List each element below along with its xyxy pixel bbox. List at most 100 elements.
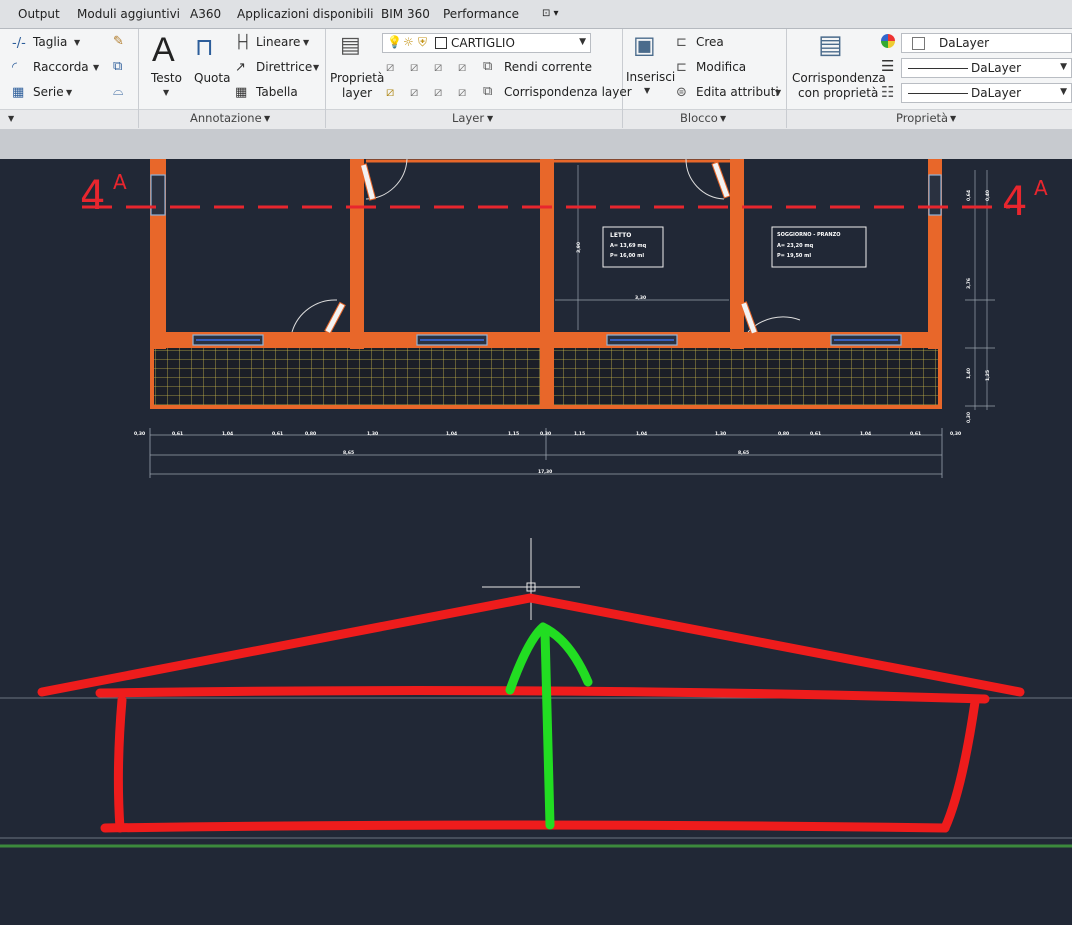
tab-a360[interactable]: A360: [190, 7, 221, 21]
tab-applicazioni[interactable]: Applicazioni disponibili: [237, 7, 374, 21]
dim-right: 1,40: [967, 367, 973, 380]
edit-block-button[interactable]: Modifica: [696, 60, 746, 74]
table-button[interactable]: Tabella: [256, 85, 298, 99]
dim-value: 1,15: [574, 432, 586, 437]
array-button[interactable]: Serie: [33, 85, 64, 99]
drawing-canvas[interactable]: 4 A 4 A LETTO A= 13,69 mq P= 16,00 ml SO…: [0, 159, 1072, 925]
chevron-down-icon[interactable]: ▼: [644, 86, 650, 95]
dimension-button[interactable]: Quota: [194, 71, 230, 85]
dim-value: 0,30: [950, 432, 962, 437]
section-marker-left: 4: [80, 173, 106, 219]
fillet-icon: ◜: [12, 60, 18, 75]
lineweight-icon[interactable]: ☷: [881, 85, 894, 100]
match-properties-button[interactable]: Corrispondenza: [792, 71, 886, 85]
tab-moduli-aggiuntivi[interactable]: Moduli aggiuntivi: [77, 7, 180, 21]
panel-separator: [325, 29, 326, 128]
chevron-down-icon: ▼: [579, 37, 586, 47]
tab-output[interactable]: Output: [18, 7, 60, 21]
dim-letto-height: 3,90: [577, 241, 583, 254]
dim-total: 17,30: [538, 470, 553, 475]
dim-right: 3,76: [967, 277, 973, 290]
dim-value: 1,30: [367, 432, 379, 437]
chevron-down-icon[interactable]: ▼: [74, 38, 80, 47]
chevron-down-icon[interactable]: ▼: [313, 63, 319, 72]
trim-icon: -/-: [12, 36, 26, 51]
color-value: DaLayer: [939, 36, 990, 50]
dim-value: 0,61: [810, 432, 822, 437]
chevron-down-icon[interactable]: ▼: [93, 63, 99, 72]
drawing-svg[interactable]: [0, 159, 1072, 925]
dim-right: 0,40: [986, 189, 992, 202]
blocco-panel-title[interactable]: Blocco: [680, 111, 718, 125]
linetype-dropdown[interactable]: DaLayer ▼: [901, 58, 1072, 78]
unlock-icon: ⛨: [418, 35, 428, 49]
layer-tool-icon[interactable]: ⧄: [410, 86, 418, 99]
dim-half-right: 8,65: [738, 451, 750, 456]
edit-block-icon: ⊏: [676, 60, 687, 75]
tab-bim360[interactable]: BIM 360: [381, 7, 430, 21]
dim-value: 0,30: [540, 432, 552, 437]
chevron-down-icon[interactable]: ▼: [487, 114, 493, 123]
layer-tool-icon[interactable]: ⧄: [434, 86, 442, 99]
modifica-panel-expand-icon[interactable]: ▼: [8, 114, 14, 123]
layer-panel-title[interactable]: Layer: [452, 111, 484, 125]
linear-button[interactable]: Lineare: [256, 35, 300, 49]
tab-performance[interactable]: Performance: [443, 7, 519, 21]
fillet-button[interactable]: Raccorda: [33, 60, 89, 74]
tab-overflow-button[interactable]: ⊡ ▾: [542, 8, 559, 19]
room-letto-name: LETTO: [610, 232, 632, 239]
create-block-button[interactable]: Crea: [696, 35, 724, 49]
match-properties-button-line2[interactable]: con proprietà: [798, 86, 878, 100]
table-icon: ▦: [235, 85, 248, 100]
chevron-down-icon[interactable]: ▼: [66, 88, 72, 97]
room-letto-area: A= 13,69 mq: [610, 243, 647, 249]
layer-tool-icon[interactable]: ⧄: [386, 61, 394, 74]
dim-value: 0,61: [272, 432, 284, 437]
layer-tool-icon[interactable]: ⧄: [386, 86, 394, 99]
dim-value: 0,61: [172, 432, 184, 437]
create-block-icon: ⊏: [676, 35, 687, 50]
insert-button[interactable]: Inserisci: [626, 70, 675, 84]
linear-dim-icon: ├┤: [235, 35, 251, 50]
layer-match-button[interactable]: Corrispondenza layer: [504, 85, 632, 99]
layer-properties-button[interactable]: Proprietà: [330, 71, 384, 85]
layer-properties-button-line2[interactable]: layer: [342, 86, 372, 100]
lineweight-dropdown[interactable]: DaLayer ▼: [901, 83, 1072, 103]
panel-separator: [138, 29, 139, 128]
dim-value: 1,04: [222, 432, 234, 437]
chevron-down-icon[interactable]: ▼: [264, 114, 270, 123]
chevron-down-icon[interactable]: ▼: [303, 38, 309, 47]
color-wheel-icon[interactable]: [881, 34, 895, 48]
layer-tool-icon[interactable]: ⧄: [434, 61, 442, 74]
layer-tool-icon[interactable]: ⧄: [458, 86, 466, 99]
proprieta-panel-title[interactable]: Proprietà: [896, 111, 948, 125]
dim-right: 0,30: [967, 411, 973, 424]
layer-dropdown[interactable]: 💡 ☼ ⛨ CARTIGLIO ▼: [382, 33, 591, 53]
lineweight-value: DaLayer: [971, 86, 1022, 100]
room-letto-perimeter: P= 16,00 ml: [610, 253, 645, 259]
edit-attributes-icon: ⊜: [676, 85, 687, 100]
edit-attributes-button[interactable]: Edita attributi: [696, 85, 779, 99]
chevron-down-icon[interactable]: ▼: [720, 114, 726, 123]
panel-separator: [622, 29, 623, 128]
offset-icon[interactable]: ⌓: [113, 85, 123, 98]
chevron-down-icon: ▼: [1060, 87, 1067, 97]
text-button[interactable]: Testo: [151, 71, 182, 85]
leader-button[interactable]: Direttrice: [256, 60, 312, 74]
lineweight-preview: [908, 93, 968, 94]
chevron-down-icon: ▼: [1060, 62, 1067, 72]
linetype-icon[interactable]: ☰: [881, 59, 894, 74]
chevron-down-icon[interactable]: ▼: [950, 114, 956, 123]
layer-tool-icon[interactable]: ⧄: [458, 61, 466, 74]
annotazione-panel-title[interactable]: Annotazione: [190, 111, 262, 125]
room-soggiorno-area: A= 23,20 mq: [777, 243, 814, 249]
layer-tool-icon[interactable]: ⧄: [410, 61, 418, 74]
explode-icon[interactable]: ⧉: [113, 60, 122, 73]
make-current-button[interactable]: Rendi corrente: [504, 60, 592, 74]
current-layer-name: CARTIGLIO: [451, 36, 515, 50]
color-dropdown[interactable]: DaLayer: [901, 33, 1072, 53]
trim-button[interactable]: Taglia: [33, 35, 67, 49]
chevron-down-icon[interactable]: ▼: [163, 88, 169, 97]
chevron-down-icon[interactable]: ▼: [775, 88, 781, 97]
erase-icon[interactable]: ✎: [113, 35, 124, 48]
